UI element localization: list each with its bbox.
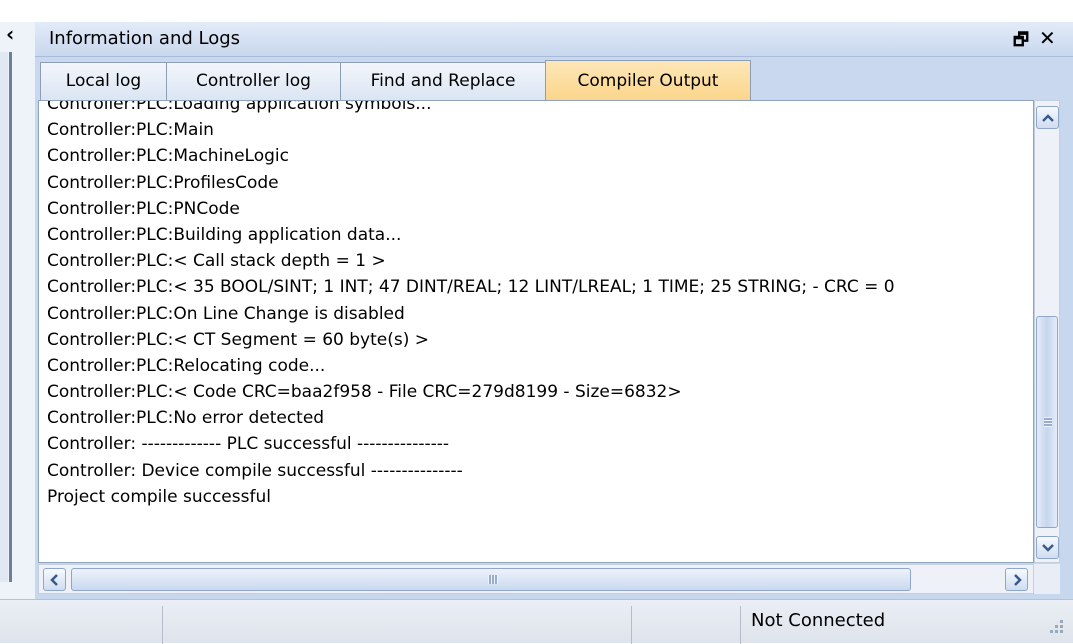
float-window-icon[interactable]: 🗗: [1013, 27, 1029, 56]
compiler-output-log[interactable]: Controller:PLC:Loading application symbo…: [38, 100, 1034, 563]
scroll-left-button[interactable]: [43, 568, 66, 591]
panel-title: Information and Logs: [49, 28, 241, 49]
chevron-left-icon[interactable]: ‹: [6, 22, 26, 48]
connection-status: Not Connected: [751, 610, 886, 631]
close-icon[interactable]: ✕: [1039, 26, 1056, 50]
scroll-up-button[interactable]: [1036, 106, 1059, 129]
horizontal-scrollbar[interactable]: [38, 564, 1034, 594]
log-line: Controller: ------------- PLC successful…: [47, 434, 449, 455]
resize-grip-icon[interactable]: [1040, 610, 1066, 636]
scrollbar-corner: [1034, 564, 1060, 594]
log-line: Controller: Device compile successful --…: [47, 460, 463, 481]
status-bar: Not Connected: [0, 599, 1073, 644]
log-line: Controller:PLC:No error detected: [47, 408, 325, 429]
arrow-left-icon: [50, 574, 58, 586]
log-lines: Controller:PLC:Loading application symbo…: [47, 100, 1033, 510]
status-divider: [740, 606, 741, 644]
status-divider: [162, 606, 163, 644]
log-line: Controller:PLC:PNCode: [47, 198, 240, 219]
left-strip-divider: [9, 52, 12, 582]
log-line: Controller:PLC:On Line Change is disable…: [47, 303, 405, 324]
scroll-right-button[interactable]: [1005, 568, 1028, 591]
information-logs-panel: Information and Logs 🗗 ✕ Local log Contr…: [35, 22, 1073, 599]
tab-find-and-replace[interactable]: Find and Replace: [340, 62, 546, 100]
arrow-right-icon: [1014, 574, 1022, 586]
horizontal-scroll-thumb[interactable]: [71, 568, 911, 591]
tab-strip: Local log Controller log Find and Replac…: [35, 57, 1073, 101]
arrow-down-icon: [1042, 544, 1054, 552]
left-strip-top: [0, 0, 35, 22]
log-line: Controller:PLC:< 35 BOOL/SINT; 1 INT; 47…: [47, 277, 895, 298]
left-strip-band: [0, 52, 8, 582]
tab-controller-log[interactable]: Controller log: [166, 62, 341, 100]
log-line: Controller:PLC:< Code CRC=baa2f958 - Fil…: [47, 382, 682, 403]
log-line: Controller:PLC:< CT Segment = 60 byte(s)…: [47, 329, 430, 350]
panel-title-bar[interactable]: Information and Logs 🗗 ✕: [35, 22, 1073, 57]
vertical-scroll-thumb[interactable]: [1036, 316, 1058, 528]
log-line: Controller:PLC:Main: [47, 120, 214, 141]
scroll-grip: [488, 575, 498, 584]
log-line: Controller:PLC:Loading application symbo…: [47, 100, 432, 114]
tab-compiler-output[interactable]: Compiler Output: [545, 60, 751, 101]
status-divider: [631, 606, 632, 644]
arrow-up-icon: [1042, 114, 1054, 122]
scroll-grip: [1044, 417, 1052, 427]
vertical-scrollbar[interactable]: [1034, 100, 1060, 563]
log-line: Controller:PLC:ProfilesCode: [47, 172, 279, 193]
log-line: Controller:PLC:MachineLogic: [47, 146, 289, 167]
tab-local-log[interactable]: Local log: [40, 62, 167, 100]
scroll-down-button[interactable]: [1036, 536, 1059, 559]
log-line: Controller:PLC:Relocating code...: [47, 355, 326, 376]
log-line: Controller:PLC:< Call stack depth = 1 >: [47, 251, 386, 272]
left-dock-strip: ‹: [0, 0, 35, 643]
log-line: Controller:PLC:Building application data…: [47, 224, 402, 245]
log-line: Project compile successful: [47, 486, 271, 507]
